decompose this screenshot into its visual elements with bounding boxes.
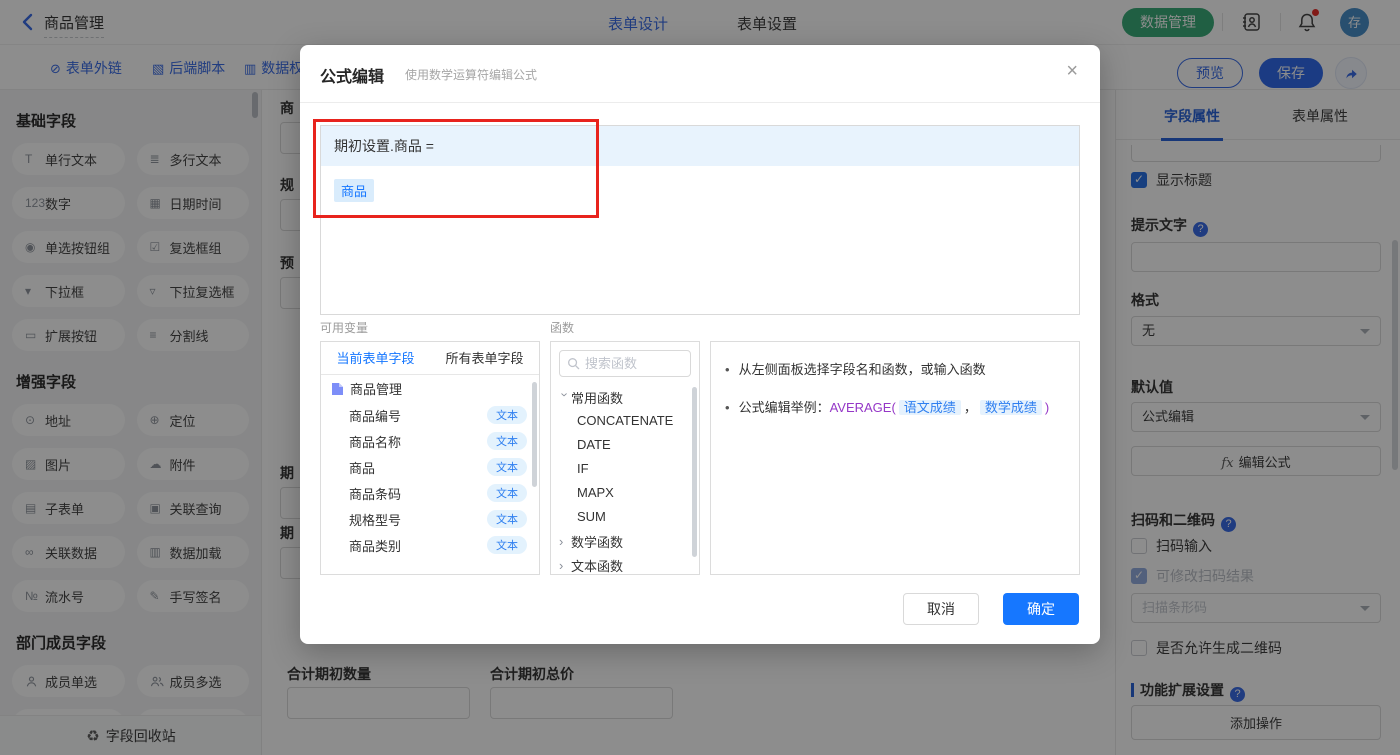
function-item[interactable]: CONCATENATE: [551, 409, 699, 433]
variable-name: 商品类别: [349, 538, 402, 554]
variable-name: 商品编号: [349, 408, 402, 424]
variable-name: 规格型号: [349, 512, 402, 528]
variables-scrollbar[interactable]: [532, 382, 537, 487]
formula-target-line: 期初设置.商品 =: [321, 126, 1079, 166]
formula-edit-modal: 公式编辑 使用数学运算符编辑公式 × 期初设置.商品 = 商品 可用变量 函数 …: [300, 45, 1100, 644]
modal-subtitle: 使用数学运算符编辑公式: [405, 68, 538, 82]
variable-row[interactable]: 商品 文本: [321, 454, 539, 480]
type-badge: 文本: [487, 536, 527, 554]
function-group[interactable]: › 常用函数: [551, 385, 699, 409]
type-badge: 文本: [487, 510, 527, 528]
variable-name: 商品名称: [349, 434, 402, 450]
type-badge: 文本: [487, 484, 527, 502]
chevron-right-icon: ›: [559, 533, 564, 549]
function-group[interactable]: › 文本函数: [551, 553, 699, 574]
function-item[interactable]: IF: [551, 457, 699, 481]
confirm-button[interactable]: 确定: [1003, 593, 1079, 625]
variable-name: 商品条码: [349, 486, 402, 502]
function-item[interactable]: SUM: [551, 505, 699, 529]
function-name: AVERAGE(: [829, 400, 896, 415]
variable-row[interactable]: 商品类别 文本: [321, 532, 539, 558]
function-group-name: 常用函数: [571, 390, 624, 406]
type-badge: 文本: [487, 458, 527, 476]
variable-row[interactable]: 商品名称 文本: [321, 428, 539, 454]
variables-tabs: 当前表单字段 所有表单字段: [321, 342, 539, 375]
function-item[interactable]: DATE: [551, 433, 699, 457]
tips-panel: • 从左侧面板选择字段名和函数，或输入函数 • 公式编辑举例：AVERAGE(语文…: [710, 341, 1080, 575]
formula-field-tag[interactable]: 商品: [334, 179, 375, 202]
document-icon: [332, 382, 343, 395]
tip-line: • 从左侧面板选择字段名和函数，或输入函数: [725, 362, 986, 377]
chevron-down-icon: ›: [557, 392, 573, 397]
cancel-button[interactable]: 取消: [903, 593, 979, 625]
functions-label: 函数: [550, 321, 575, 335]
functions-panel: ›常用函数CONCATENATEDATEIFMAPXSUM›数学函数›文本函数: [550, 341, 700, 575]
tip-example-line: • 公式编辑举例：AVERAGE(语文成绩，数学成绩): [725, 400, 1050, 415]
type-badge: 文本: [487, 406, 527, 424]
close-icon[interactable]: ×: [1066, 61, 1078, 81]
variables-label: 可用变量: [320, 321, 369, 335]
form-tree-root[interactable]: 商品管理: [321, 375, 539, 402]
variable-row[interactable]: 规格型号 文本: [321, 506, 539, 532]
function-group[interactable]: › 数学函数: [551, 529, 699, 553]
example-field-tag: 数学成绩: [979, 400, 1042, 415]
variable-row[interactable]: 商品编号 文本: [321, 402, 539, 428]
example-field-tag: 语文成绩: [898, 400, 961, 415]
function-search[interactable]: [559, 350, 691, 377]
functions-scrollbar[interactable]: [692, 387, 697, 557]
divider: [300, 102, 1100, 103]
function-search-input[interactable]: [585, 356, 685, 371]
formula-editor[interactable]: 期初设置.商品 = 商品: [320, 125, 1080, 315]
type-badge: 文本: [487, 432, 527, 450]
variable-name: 商品: [349, 460, 376, 476]
variable-row[interactable]: 商品条码 文本: [321, 480, 539, 506]
search-icon: [568, 358, 580, 370]
function-group-name: 数学函数: [571, 534, 624, 550]
tab-all-form-fields[interactable]: 所有表单字段: [430, 342, 539, 374]
variables-panel: 当前表单字段 所有表单字段 商品管理 商品编号 文本 商品名称 文本 商品 文本 商品条码文…: [320, 341, 540, 575]
modal-title: 公式编辑: [320, 69, 385, 86]
function-item[interactable]: MAPX: [551, 481, 699, 505]
function-group-name: 文本函数: [571, 558, 624, 574]
tab-current-form-fields[interactable]: 当前表单字段: [321, 342, 430, 374]
chevron-right-icon: ›: [559, 557, 564, 573]
